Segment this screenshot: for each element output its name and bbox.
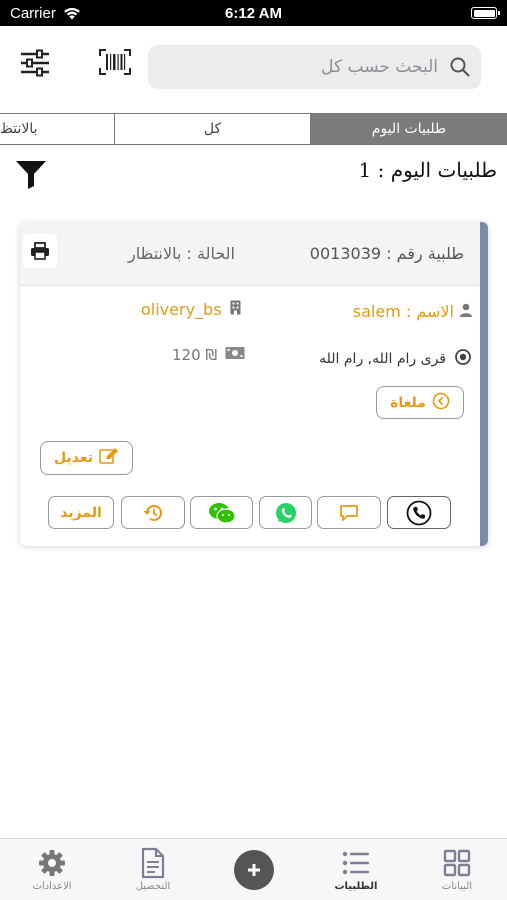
cash-icon (225, 346, 245, 364)
header (0, 26, 507, 108)
company-row: olivery_bs (141, 300, 241, 319)
nav-data-label: البيانات (441, 881, 473, 892)
order-price: 120 ₪ (172, 346, 218, 364)
plus-icon (248, 864, 260, 876)
card-accent-bar (480, 222, 488, 546)
search-input[interactable] (158, 45, 438, 89)
nav-collection-label: التحصيل (135, 881, 171, 892)
print-icon[interactable] (23, 234, 57, 268)
nav-data[interactable]: البيانات (417, 839, 497, 900)
status-bar: Carrier 6:12 AM (0, 0, 507, 26)
order-number: طلبية رقم : 0013039 (309, 244, 464, 263)
edit-label: تعديل (54, 450, 93, 466)
phone-call-icon[interactable] (387, 496, 451, 529)
edit-button[interactable]: تعديل (40, 441, 133, 475)
customer-name-row: الاسم : salem (353, 302, 472, 321)
location-icon (454, 348, 472, 370)
cancelled-label: ملغاة (390, 394, 426, 411)
tab-today-orders[interactable]: طلبيات اليوم (311, 114, 507, 144)
price-row: 120 ₪ (172, 346, 245, 364)
company-name: olivery_bs (141, 300, 222, 319)
app-screen: Carrier 6:12 AM البحث حسب كل بالانتظ كل … (0, 0, 507, 900)
customer-name: الاسم : salem (352, 302, 454, 321)
search-icon (449, 56, 471, 78)
more-button[interactable]: المزيد (48, 496, 114, 529)
nav-collection[interactable]: التحصيل (113, 839, 193, 900)
tab-waiting[interactable]: بالانتظ (0, 114, 115, 144)
nav-orders-label: الطلبيات (334, 881, 378, 892)
wechat-icon[interactable] (190, 496, 253, 529)
settings-sliders-icon[interactable] (18, 48, 52, 78)
order-tabs: بالانتظ كل طلبيات اليوم (0, 113, 507, 145)
nav-orders[interactable]: الطلبيات (316, 839, 396, 900)
add-order-button[interactable] (234, 850, 274, 890)
gear-icon (35, 847, 69, 879)
person-icon (460, 302, 472, 321)
battery-icon (471, 7, 500, 19)
document-icon (136, 847, 170, 879)
orders-count-heading: طلبيات اليوم : 1 (358, 158, 497, 182)
nav-settings-label: الاعدادات (32, 881, 72, 892)
order-status: الحالة : بالانتظار (128, 244, 235, 263)
chevron-left-circle-icon (432, 392, 450, 414)
nav-settings[interactable]: الاعدادات (12, 839, 92, 900)
tab-all[interactable]: كل (115, 114, 311, 144)
clock-time: 6:12 AM (225, 5, 282, 22)
address-row: قرى رام الله, رام الله (319, 348, 472, 370)
bottom-tab-bar: الاعدادات التحصيل الطلبيات البيانات (0, 838, 507, 900)
list-icon (339, 847, 373, 879)
filter-icon[interactable] (14, 158, 48, 190)
history-icon[interactable] (121, 496, 185, 529)
search-bar[interactable] (148, 45, 481, 89)
edit-pencil-icon (99, 447, 119, 469)
order-card-header: الحالة : بالانتظار طلبية رقم : 0013039 (20, 222, 480, 286)
order-card[interactable]: الحالة : بالانتظار طلبية رقم : 0013039 ا… (20, 222, 488, 546)
barcode-icon[interactable] (98, 48, 132, 76)
order-address: قرى رام الله, رام الله (319, 351, 446, 367)
sms-message-icon[interactable] (317, 496, 381, 529)
grid-icon (440, 847, 474, 879)
building-icon (230, 300, 241, 319)
cancelled-status-badge: ملغاة (376, 386, 464, 419)
whatsapp-icon[interactable] (259, 496, 312, 529)
